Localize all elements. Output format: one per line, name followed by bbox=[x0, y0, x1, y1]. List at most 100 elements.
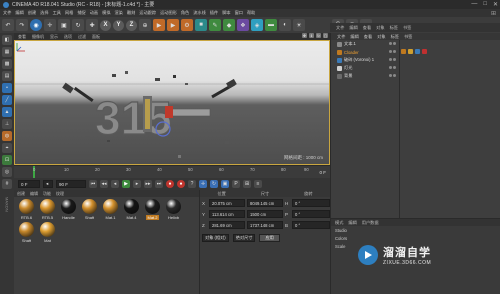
y-axis-lock-button[interactable]: Y bbox=[113, 19, 124, 31]
viewport-menu-display[interactable]: 显示 bbox=[50, 34, 58, 40]
material-swatch[interactable]: Mat.1 bbox=[101, 199, 120, 220]
prev-frame-icon[interactable]: ◂ bbox=[111, 180, 119, 188]
viewport-menu-filter[interactable]: 过滤 bbox=[78, 34, 86, 40]
object-row[interactable]: Cloader bbox=[331, 48, 500, 56]
auto-key-button[interactable]: ● bbox=[177, 180, 185, 188]
menu-pipeline[interactable]: 流水线 bbox=[193, 10, 206, 16]
timeline[interactable]: 0 10 20 30 40 50 60 70 80 90 0 F bbox=[14, 165, 330, 179]
viewport-menu-panel[interactable]: 面板 bbox=[92, 34, 100, 40]
key-rotation-icon[interactable]: ↻ bbox=[210, 180, 218, 188]
attr-tab-edit[interactable]: 编辑 bbox=[348, 220, 356, 226]
om-menu-tags[interactable]: 标签 bbox=[391, 34, 399, 40]
size-mode-dropdown[interactable]: 绝对尺寸 bbox=[232, 234, 256, 242]
material-swatch[interactable]: Handle bbox=[59, 199, 78, 220]
material-menu-texture[interactable]: 纹理 bbox=[56, 191, 64, 197]
menu-help[interactable]: 帮助 bbox=[247, 10, 255, 16]
texture-mode-icon[interactable]: ▩ bbox=[2, 59, 12, 69]
go-to-start-icon[interactable]: ⏮ bbox=[89, 180, 97, 188]
preview-start-field[interactable]: ◂ bbox=[43, 180, 53, 188]
size-x-field[interactable]: 8049.145 cm bbox=[247, 199, 283, 207]
rotation-b-field[interactable]: 0 ° bbox=[292, 221, 330, 229]
x-axis-lock-button[interactable]: X bbox=[100, 19, 111, 31]
scale-icon[interactable]: ▣ bbox=[58, 19, 70, 31]
deformer-icon[interactable]: ◈ bbox=[251, 19, 263, 31]
menu-plugins[interactable]: 插件 bbox=[210, 10, 218, 16]
snap-icon[interactable]: ⌖ bbox=[2, 143, 12, 153]
live-select-icon[interactable]: ◉ bbox=[30, 19, 42, 31]
rotation-p-field[interactable]: 0 ° bbox=[292, 210, 330, 218]
object-row[interactable]: 背景 bbox=[331, 72, 500, 80]
viewport-menu-options[interactable]: 选项 bbox=[64, 34, 72, 40]
material-swatch[interactable]: Shaft bbox=[80, 199, 99, 220]
om-menu-edit[interactable]: 编辑 bbox=[350, 34, 358, 40]
key-selection-icon[interactable]: ? bbox=[188, 180, 196, 188]
prev-key-icon[interactable]: ◂◂ bbox=[100, 180, 108, 188]
om-menu-view[interactable]: 查看 bbox=[364, 34, 372, 40]
tab-tags[interactable]: 标签 bbox=[390, 25, 398, 31]
record-key-button[interactable]: ● bbox=[166, 180, 174, 188]
visibility-dots-icon[interactable] bbox=[389, 74, 396, 77]
light-icon[interactable]: ☀ bbox=[293, 19, 305, 31]
material-swatch[interactable]: Mat.4 bbox=[122, 199, 141, 220]
position-x-field[interactable]: 20.075 cm bbox=[209, 199, 245, 207]
menu-motion-tracker[interactable]: 运动跟踪 bbox=[139, 10, 156, 16]
menu-edit[interactable]: 编辑 bbox=[15, 10, 23, 16]
key-pla-icon[interactable]: ⊞ bbox=[243, 180, 251, 188]
key-scale-icon[interactable]: ▣ bbox=[221, 180, 229, 188]
position-z-field[interactable]: 281.69 cm bbox=[209, 221, 245, 229]
attribute-row[interactable]: Studio bbox=[331, 226, 500, 234]
apply-button[interactable]: 应用 bbox=[259, 234, 280, 242]
material-menu-edit[interactable]: 编辑 bbox=[30, 191, 38, 197]
cube-icon[interactable]: ■ bbox=[195, 19, 207, 31]
edges-mode-icon[interactable]: ╱ bbox=[2, 95, 12, 105]
attr-tab-mode[interactable]: 模式 bbox=[335, 220, 343, 226]
menu-sculpt[interactable]: 雕刻 bbox=[127, 10, 135, 16]
tab-file[interactable]: 文件 bbox=[336, 25, 344, 31]
menu-create[interactable]: 创建 bbox=[28, 10, 36, 16]
next-key-icon[interactable]: ▸▸ bbox=[144, 180, 152, 188]
visibility-dots-icon[interactable] bbox=[389, 66, 396, 69]
solo-icon[interactable]: ◎ bbox=[2, 167, 12, 177]
redo-icon[interactable]: ↷ bbox=[16, 19, 28, 31]
menu-character[interactable]: 角色 bbox=[181, 10, 189, 16]
key-position-icon[interactable]: ✛ bbox=[199, 180, 207, 188]
coordinate-system-icon[interactable]: ⊕ bbox=[139, 19, 151, 31]
array-icon[interactable]: ❖ bbox=[237, 19, 249, 31]
object-row[interactable]: 破碎 (Voronoi) 1 bbox=[331, 56, 500, 64]
menu-simulate[interactable]: 模拟 bbox=[102, 10, 110, 16]
points-mode-icon[interactable]: • bbox=[2, 83, 12, 93]
tab-view[interactable]: 查看 bbox=[363, 25, 371, 31]
viewport-menu-view[interactable]: 查看 bbox=[18, 34, 26, 40]
model-mode-icon[interactable]: ▦ bbox=[2, 47, 12, 57]
key-param-icon[interactable]: P bbox=[232, 180, 240, 188]
play-button[interactable]: ▶ bbox=[122, 180, 130, 188]
material-swatch[interactable]: RTB.5 bbox=[38, 199, 57, 220]
lock-workplane-icon[interactable]: ⊡ bbox=[2, 155, 12, 165]
size-y-field[interactable]: 1500 cm bbox=[247, 210, 283, 218]
om-menu-bookmarks[interactable]: 书签 bbox=[404, 34, 412, 40]
om-menu-file[interactable]: 文件 bbox=[337, 34, 345, 40]
rotate-icon[interactable]: ↻ bbox=[72, 19, 84, 31]
close-button[interactable]: ✕ bbox=[493, 1, 498, 8]
camera-icon[interactable]: ◐ bbox=[279, 19, 291, 31]
om-menu-objects[interactable]: 对象 bbox=[377, 34, 385, 40]
render-settings-icon[interactable]: ⚙ bbox=[181, 19, 193, 31]
move-icon[interactable]: ✛ bbox=[44, 19, 56, 31]
undo-icon[interactable]: ↶ bbox=[2, 19, 14, 31]
pan-icon[interactable]: ✥ bbox=[302, 33, 307, 38]
start-frame-field[interactable]: 0 F bbox=[18, 180, 40, 188]
tweak-icon[interactable]: ◍ bbox=[2, 131, 12, 141]
grid-icon[interactable]: # bbox=[2, 179, 12, 189]
menu-animate[interactable]: 动画 bbox=[90, 10, 98, 16]
object-row[interactable]: 灯光 bbox=[331, 64, 500, 72]
material-menu-create[interactable]: 创建 bbox=[17, 191, 25, 197]
material-menu-function[interactable]: 功能 bbox=[43, 191, 51, 197]
end-frame-field[interactable]: 90 F bbox=[56, 180, 86, 188]
material-swatch[interactable]: Mat bbox=[38, 222, 57, 243]
material-swatch[interactable]: RTB.6 bbox=[17, 199, 36, 220]
tag-icon[interactable] bbox=[401, 49, 406, 54]
subdivision-icon[interactable]: ◆ bbox=[223, 19, 235, 31]
menu-mograph[interactable]: 运动图形 bbox=[160, 10, 177, 16]
axis-mode-icon[interactable]: ⊥ bbox=[2, 119, 12, 129]
visibility-dots-icon[interactable] bbox=[389, 42, 396, 45]
